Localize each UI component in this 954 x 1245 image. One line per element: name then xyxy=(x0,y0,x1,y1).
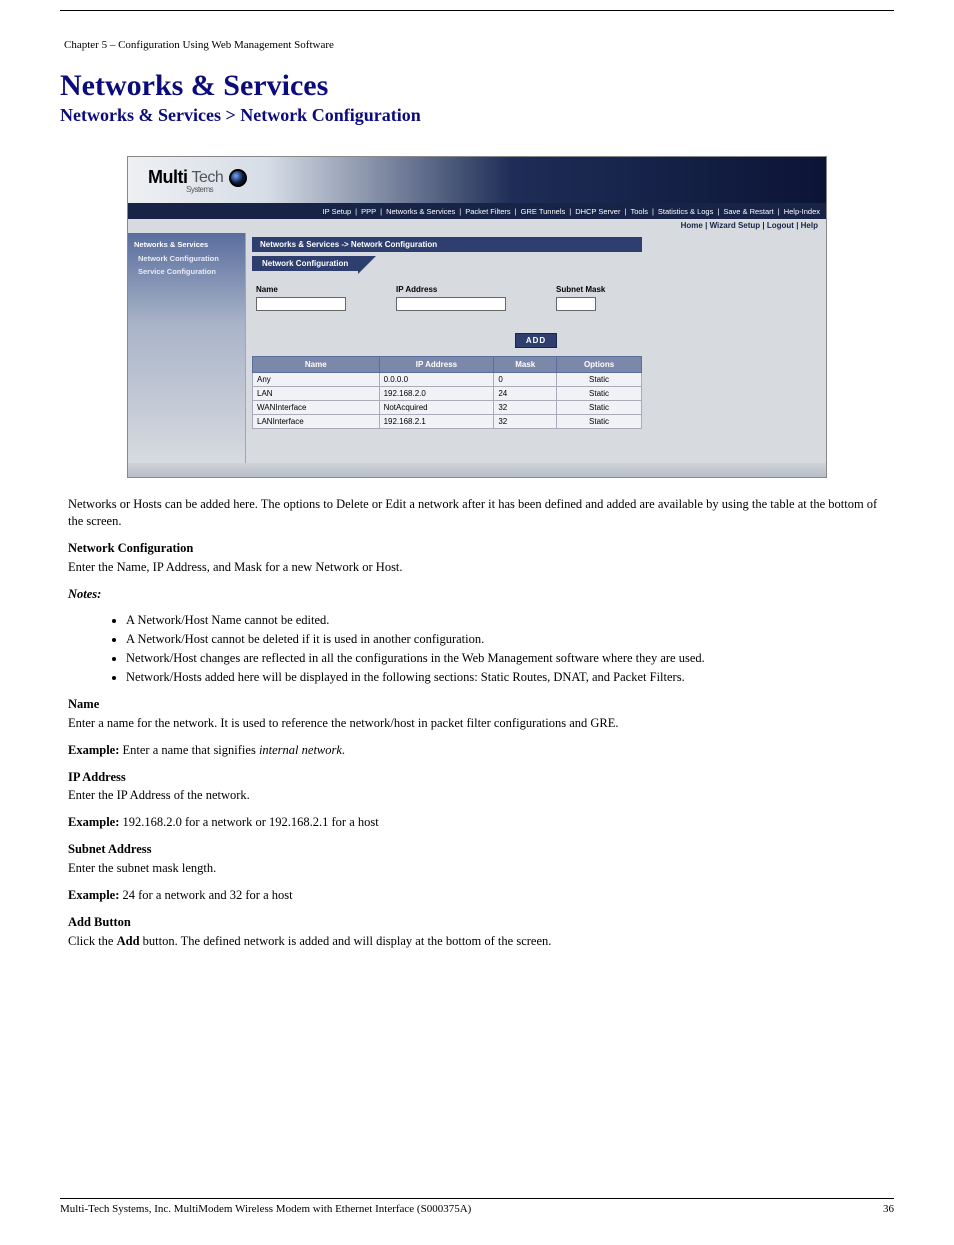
logo-dot-icon xyxy=(229,169,247,187)
top-nav: IP Setup| PPP| Networks & Services| Pack… xyxy=(128,203,826,219)
sidebar: Networks & Services Network Configuratio… xyxy=(128,233,246,463)
ip-head: IP Address xyxy=(68,769,886,786)
add-button[interactable]: ADD xyxy=(515,333,557,348)
form-name-col: Name xyxy=(256,285,346,311)
mask-head: Subnet Address xyxy=(68,841,886,858)
ip-example: Example: 192.168.2.0 for a network or 19… xyxy=(68,814,886,831)
mask-text: Enter the subnet mask length. xyxy=(68,860,886,877)
main-panel: Networks & Services -> Network Configura… xyxy=(246,233,826,463)
network-config-head: Network Configuration xyxy=(68,540,886,557)
name-input[interactable] xyxy=(256,297,346,311)
note-item: A Network/Host Name cannot be edited. xyxy=(126,612,886,629)
panel-tab: Network Configuration xyxy=(252,256,358,271)
name-example: Example: Enter a name that signifies int… xyxy=(68,742,886,759)
chapter-label: Chapter 5 – Configuration Using Web Mana… xyxy=(64,39,334,51)
nav-tools[interactable]: Tools xyxy=(630,207,648,216)
breadcrumb: Networks & Services > Network Configurat… xyxy=(60,105,894,126)
mask-input[interactable] xyxy=(556,297,596,311)
nav-networks-services[interactable]: Networks & Services xyxy=(386,207,455,216)
ip-input[interactable] xyxy=(396,297,506,311)
network-config-text: Enter the Name, IP Address, and Mask for… xyxy=(68,559,886,576)
network-table: Name IP Address Mask Options Any 0.0.0.0… xyxy=(252,356,642,429)
table-row: Any 0.0.0.0 0 Static xyxy=(253,373,642,387)
sub-logout[interactable]: Logout xyxy=(767,221,794,230)
logo: MultiTech Systems xyxy=(148,167,247,188)
nav-packet-filters[interactable]: Packet Filters xyxy=(465,207,510,216)
app-header: MultiTech Systems xyxy=(128,157,826,203)
nav-stats[interactable]: Statistics & Logs xyxy=(658,207,713,216)
nav-ip-setup[interactable]: IP Setup xyxy=(323,207,352,216)
page-title: Networks & Services xyxy=(60,69,894,103)
app-screenshot: MultiTech Systems IP Setup| PPP| Network… xyxy=(127,156,827,478)
sidebar-item-network-config[interactable]: Network Configuration xyxy=(132,252,241,265)
col-name: Name xyxy=(253,357,380,373)
panel-breadcrumb: Networks & Services -> Network Configura… xyxy=(252,237,642,252)
sub-help[interactable]: Help xyxy=(801,221,818,230)
page-footer: Multi-Tech Systems, Inc. MultiModem Wire… xyxy=(60,1198,894,1215)
footer-left: Multi-Tech Systems, Inc. MultiModem Wire… xyxy=(60,1203,471,1215)
mask-example: Example: 24 for a network and 32 for a h… xyxy=(68,887,886,904)
footer-page: 36 xyxy=(883,1203,894,1215)
note-item: Network/Host changes are reflected in al… xyxy=(126,650,886,667)
nav-ppp[interactable]: PPP xyxy=(361,207,376,216)
sidebar-item-service-config[interactable]: Service Configuration xyxy=(132,265,241,278)
name-text: Enter a name for the network. It is used… xyxy=(68,715,886,732)
sub-wizard[interactable]: Wizard Setup xyxy=(710,221,761,230)
add-head: Add Button xyxy=(68,914,886,931)
table-row: WANInterface NotAcquired 32 Static xyxy=(253,401,642,415)
nav-dhcp[interactable]: DHCP Server xyxy=(575,207,620,216)
form-mask-col: Subnet Mask xyxy=(556,285,605,311)
col-ip: IP Address xyxy=(379,357,494,373)
ip-text: Enter the IP Address of the network. xyxy=(68,787,886,804)
nav-save-restart[interactable]: Save & Restart xyxy=(723,207,773,216)
sub-home[interactable]: Home xyxy=(681,221,703,230)
nav-help-index[interactable]: Help-Index xyxy=(784,207,820,216)
note-item: Network/Hosts added here will be display… xyxy=(126,669,886,686)
sidebar-title: Networks & Services xyxy=(132,237,241,252)
nav-gre[interactable]: GRE Tunnels xyxy=(521,207,566,216)
add-text: Click the Add button. The defined networ… xyxy=(68,933,886,950)
sub-nav: Home | Wizard Setup | Logout | Help xyxy=(128,219,826,233)
table-row: LANInterface 192.168.2.1 32 Static xyxy=(253,415,642,429)
app-footer xyxy=(128,463,826,477)
notes-list: A Network/Host Name cannot be edited. A … xyxy=(126,612,886,686)
col-mask: Mask xyxy=(494,357,557,373)
form-ip-col: IP Address xyxy=(396,285,506,311)
note-item: A Network/Host cannot be deleted if it i… xyxy=(126,631,886,648)
table-row: LAN 192.168.2.0 24 Static xyxy=(253,387,642,401)
intro-text: Networks or Hosts can be added here. The… xyxy=(68,496,886,530)
name-head: Name xyxy=(68,696,886,713)
col-options: Options xyxy=(557,357,642,373)
notes-head: Notes: xyxy=(68,587,101,601)
